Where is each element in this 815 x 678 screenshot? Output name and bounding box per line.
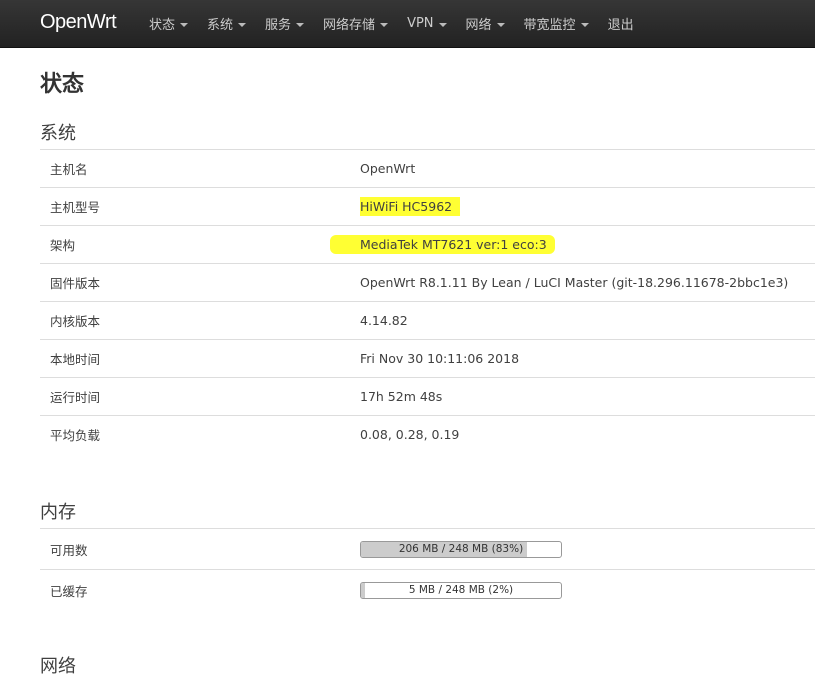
menu-label: 系统 — [207, 18, 234, 33]
menu-bandwidth[interactable]: 带宽监控 — [524, 14, 589, 33]
row-key: 可用数 — [50, 542, 88, 558]
table-row: 主机型号 HiWiFi HC5962 — [40, 187, 815, 226]
menu-label: 带宽监控 — [523, 18, 576, 33]
progress-text: 206 MB / 248 MB (83%) — [398, 542, 524, 555]
memory-cached-progress-bar: 5 MB / 248 MB (2%) — [360, 581, 562, 599]
row-key: 内核版本 — [50, 314, 101, 329]
menu-logout[interactable]: 退出 — [608, 14, 634, 33]
row-key: 固件版本 — [50, 276, 101, 291]
row-value: OpenWrt R8.1.11 By Lean / LuCI Master (g… — [360, 275, 789, 290]
table-row: 运行时间 17h 52m 48s — [40, 377, 815, 416]
row-key: 已缓存 — [50, 583, 88, 599]
table-row: 已缓存 5 MB / 248 MB (2%) — [40, 569, 815, 611]
menu-label: 网络存储 — [323, 18, 376, 33]
row-value: Fri Nov 30 10:11:06 2018 — [360, 351, 520, 366]
highlighted-value: MediaTek MT7621 ver:1 eco:3 — [330, 235, 555, 254]
menu-label: 状态 — [149, 18, 176, 33]
caret-down-icon — [438, 22, 447, 27]
caret-down-icon — [180, 22, 189, 27]
top-navbar: OpenWrt 状态 系统 服务 网络存储 VPN 网络 带宽监控 退出 — [0, 0, 815, 48]
menu-nas[interactable]: 网络存储 — [323, 14, 389, 33]
highlighted-value: HiWiFi HC5962 — [360, 197, 461, 216]
menu-label: VPN — [407, 16, 434, 31]
system-info-table: 主机名 OpenWrt 主机型号 HiWiFi HC5962 架构 MediaT… — [40, 149, 815, 453]
page-title: 状态 — [40, 72, 85, 97]
row-key: 架构 — [50, 238, 76, 253]
progress-text: 5 MB / 248 MB (2%) — [408, 583, 514, 596]
row-key: 主机名 — [50, 162, 88, 177]
table-row: 架构 MediaTek MT7621 ver:1 eco:3 — [40, 225, 815, 264]
caret-down-icon — [296, 22, 305, 27]
table-row: 主机名 OpenWrt — [40, 149, 815, 188]
menu-vpn[interactable]: VPN — [407, 16, 447, 31]
row-value: 17h 52m 48s — [360, 389, 443, 404]
row-key: 主机型号 — [50, 200, 101, 215]
memory-info-table: 可用数 206 MB / 248 MB (83%) 已缓存 5 MB / 248… — [40, 528, 815, 610]
caret-down-icon — [238, 22, 247, 27]
brand-logo[interactable]: OpenWrt — [40, 11, 117, 34]
menu-network[interactable]: 网络 — [466, 14, 505, 33]
row-key: 运行时间 — [50, 390, 101, 405]
section-title-memory: 内存 — [40, 502, 76, 523]
table-row: 本地时间 Fri Nov 30 10:11:06 2018 — [40, 339, 815, 378]
menu-label: 服务 — [265, 18, 292, 33]
menu-system[interactable]: 系统 — [207, 14, 247, 33]
section-title-network: 网络 — [40, 656, 76, 677]
section-title-system: 系统 — [40, 123, 76, 144]
memory-available-progress-bar: 206 MB / 248 MB (83%) — [360, 540, 562, 558]
row-value: 4.14.82 — [360, 313, 408, 328]
menu-label: 网络 — [465, 18, 492, 33]
caret-down-icon — [380, 22, 389, 27]
table-row: 固件版本 OpenWrt R8.1.11 By Lean / LuCI Mast… — [40, 263, 815, 302]
row-key: 平均负载 — [50, 428, 101, 443]
menu-label: 退出 — [607, 18, 634, 33]
main-menu: 状态 系统 服务 网络存储 VPN 网络 带宽监控 退出 — [149, 0, 653, 47]
menu-status[interactable]: 状态 — [149, 14, 189, 33]
caret-down-icon — [580, 22, 589, 27]
table-row: 平均负载 0.08, 0.28, 0.19 — [40, 415, 815, 454]
row-key: 本地时间 — [50, 352, 101, 367]
row-value: OpenWrt — [360, 161, 416, 176]
menu-services[interactable]: 服务 — [265, 14, 305, 33]
table-row: 可用数 206 MB / 248 MB (83%) — [40, 528, 815, 570]
table-row: 内核版本 4.14.82 — [40, 301, 815, 340]
caret-down-icon — [496, 22, 505, 27]
row-value: 0.08, 0.28, 0.19 — [360, 427, 460, 442]
